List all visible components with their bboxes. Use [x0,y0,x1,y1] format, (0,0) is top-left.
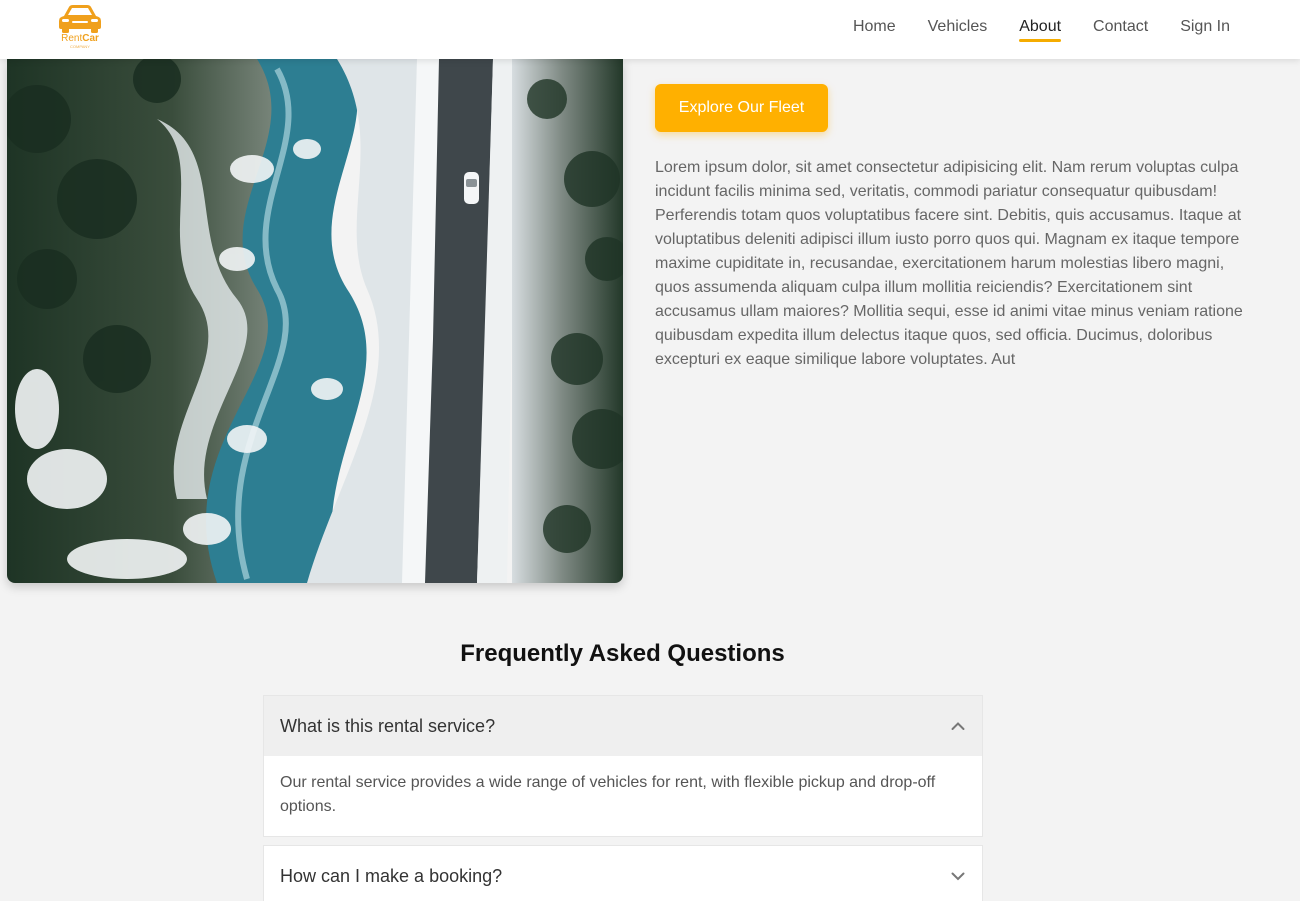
brand-logo[interactable]: RentCar COMPANY [52,2,108,52]
faq-question-toggle[interactable]: How can I make a booking? [264,846,982,901]
brand-tagline: COMPANY [70,44,90,49]
nav-home[interactable]: Home [853,18,896,36]
navbar: RentCar COMPANY Home Vehicles About Cont… [0,0,1300,59]
faq-item: How can I make a booking? [263,845,983,901]
about-paragraph: Lorem ipsum dolor, sit amet consectetur … [655,159,1243,368]
car-icon [59,5,101,33]
nav-sign-in[interactable]: Sign In [1180,18,1230,36]
nav-links: Home Vehicles About Contact Sign In [821,0,1230,53]
faq-answer: Our rental service provides a wide range… [264,756,982,836]
explore-fleet-button[interactable]: Explore Our Fleet [655,84,828,132]
chevron-down-icon [951,872,965,881]
chevron-up-icon [951,722,965,730]
faq-question: What is this rental service? [280,715,496,736]
brand-name: RentCar [61,33,99,44]
faq-question-toggle[interactable]: What is this rental service? [264,696,982,756]
faq-question: How can I make a booking? [280,865,503,886]
nav-vehicles[interactable]: Vehicles [928,18,988,36]
nav-about[interactable]: About [1019,18,1061,42]
hero-image [7,59,623,583]
faq-item: What is this rental service? Our rental … [263,695,983,837]
faq-title: Frequently Asked Questions [460,640,785,667]
nav-contact[interactable]: Contact [1093,18,1148,36]
